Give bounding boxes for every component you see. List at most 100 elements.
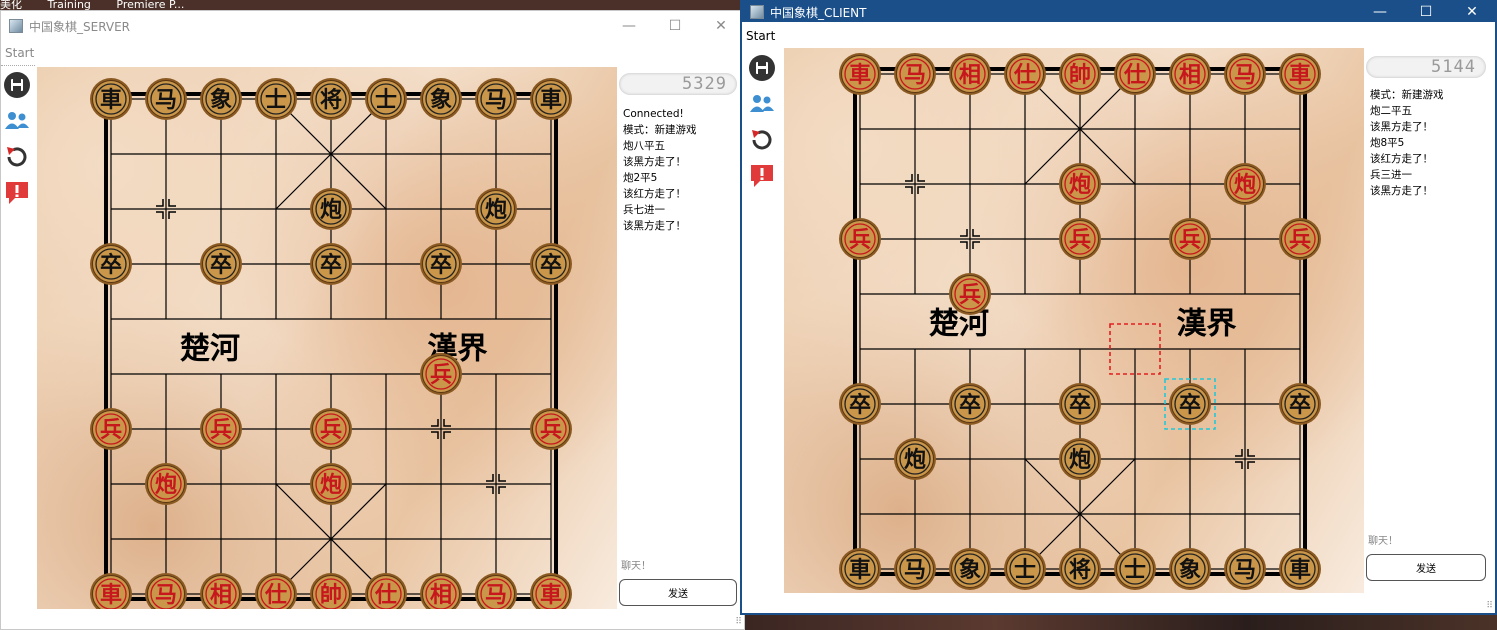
chess-piece[interactable]: 炮 [894, 438, 936, 480]
users-button[interactable] [1, 103, 33, 139]
chess-piece[interactable]: 相 [420, 573, 462, 609]
chess-piece[interactable]: 士 [255, 78, 297, 120]
chess-piece[interactable]: 马 [1224, 548, 1266, 590]
chess-piece[interactable]: 兵 [839, 218, 881, 260]
chess-piece[interactable]: 卒 [1279, 383, 1321, 425]
undo-button[interactable] [1, 139, 33, 175]
users-button[interactable] [746, 86, 778, 122]
report-button[interactable] [746, 158, 778, 194]
chess-piece[interactable]: 卒 [949, 383, 991, 425]
chess-piece[interactable]: 炮 [310, 188, 352, 230]
minimize-button[interactable]: — [606, 11, 652, 41]
chess-piece[interactable]: 马 [475, 78, 517, 120]
undo-icon [752, 130, 772, 150]
server-titlebar[interactable]: 中国象棋_SERVER — ☐ ✕ [1, 11, 744, 41]
chess-piece[interactable]: 仕 [1114, 53, 1156, 95]
chess-piece[interactable]: 象 [949, 548, 991, 590]
chess-piece[interactable]: 兵 [310, 408, 352, 450]
chess-piece[interactable]: 炮 [310, 463, 352, 505]
chess-piece[interactable]: 車 [90, 573, 132, 609]
chess-piece[interactable]: 士 [1114, 548, 1156, 590]
svg-text:相: 相 [430, 582, 452, 608]
chess-piece[interactable]: 马 [894, 53, 936, 95]
chess-piece[interactable]: 象 [200, 78, 242, 120]
chess-piece[interactable]: 卒 [90, 243, 132, 285]
chess-piece[interactable]: 卒 [839, 383, 881, 425]
chess-piece[interactable]: 卒 [1169, 383, 1211, 425]
close-button[interactable]: ✕ [698, 11, 744, 41]
chess-board[interactable]: 楚河 漢界車马象士将士象马車炮炮卒卒卒卒卒兵兵兵兵兵炮炮車马相仕帥仕相马車 [37, 67, 617, 609]
maximize-button[interactable]: ☐ [1403, 2, 1449, 22]
chess-piece[interactable]: 相 [200, 573, 242, 609]
svg-text:马: 马 [155, 582, 177, 608]
chess-piece[interactable]: 兵 [1279, 218, 1321, 260]
chess-piece[interactable]: 卒 [530, 243, 572, 285]
chess-piece[interactable]: 車 [839, 548, 881, 590]
svg-text:马: 马 [485, 87, 507, 113]
report-button[interactable] [1, 175, 33, 211]
chess-piece[interactable]: 卒 [420, 243, 462, 285]
chess-piece[interactable]: 炮 [475, 188, 517, 230]
chess-piece[interactable]: 士 [1004, 548, 1046, 590]
chess-piece[interactable]: 兵 [200, 408, 242, 450]
svg-text:卒: 卒 [1289, 392, 1311, 418]
chess-piece[interactable]: 炮 [1059, 438, 1101, 480]
minimize-button[interactable]: — [1357, 2, 1403, 22]
chat-input[interactable]: 聊天！ [619, 557, 737, 572]
chess-piece[interactable]: 炮 [145, 463, 187, 505]
chess-piece[interactable]: 兵 [90, 408, 132, 450]
chess-piece[interactable]: 士 [365, 78, 407, 120]
send-button[interactable]: 发送 [619, 579, 737, 606]
chess-piece[interactable]: 車 [530, 573, 572, 609]
close-button[interactable]: ✕ [1449, 2, 1495, 22]
maximize-button[interactable]: ☐ [652, 11, 698, 41]
chess-piece[interactable]: 兵 [1059, 218, 1101, 260]
chess-piece[interactable]: 車 [1279, 53, 1321, 95]
board-svg[interactable]: 楚河 漢界車马象士将士象马車炮 炮卒卒卒卒卒兵兵兵兵兵炮 炮車马相仕帥仕相马車 [37, 67, 617, 609]
chess-piece[interactable]: 帥 [310, 573, 352, 609]
chess-piece[interactable]: 卒 [200, 243, 242, 285]
chess-piece[interactable]: 将 [310, 78, 352, 120]
chess-piece[interactable]: 兵 [420, 353, 462, 395]
app-icon [750, 5, 764, 19]
chess-piece[interactable]: 马 [894, 548, 936, 590]
menu-start[interactable]: Start [746, 29, 775, 43]
resize-grip[interactable]: ⠿ [735, 617, 742, 627]
chess-piece[interactable]: 马 [145, 573, 187, 609]
chess-piece[interactable]: 仕 [255, 573, 297, 609]
board-svg[interactable]: 楚河 漢界車马相仕帥仕相马車炮 炮兵兵兵兵兵卒卒卒卒卒炮 炮車马象士将士象马車 [784, 48, 1364, 594]
save-button[interactable] [1, 67, 33, 103]
chess-piece[interactable]: 象 [420, 78, 462, 120]
svg-text:兵: 兵 [849, 227, 871, 253]
menu-start[interactable]: Start [5, 46, 34, 60]
chess-piece[interactable]: 車 [839, 53, 881, 95]
chess-piece[interactable]: 仕 [1004, 53, 1046, 95]
chess-piece[interactable]: 帥 [1059, 53, 1101, 95]
chess-piece[interactable]: 卒 [310, 243, 352, 285]
chess-piece[interactable]: 相 [949, 53, 991, 95]
chess-piece[interactable]: 兵 [1169, 218, 1211, 260]
chess-piece[interactable]: 马 [145, 78, 187, 120]
chess-piece[interactable]: 車 [1279, 548, 1321, 590]
resize-grip[interactable]: ⠿ [1486, 601, 1493, 611]
svg-text:車: 車 [100, 87, 122, 113]
chess-piece[interactable]: 卒 [1059, 383, 1101, 425]
chess-piece[interactable]: 車 [90, 78, 132, 120]
chess-piece[interactable]: 马 [475, 573, 517, 609]
chess-board[interactable]: 楚河 漢界車马相仕帥仕相马車炮炮兵兵兵兵兵卒卒卒卒卒炮炮車马象士将士象马車 [784, 48, 1364, 594]
chess-piece[interactable]: 相 [1169, 53, 1211, 95]
chat-input[interactable]: 聊天！ [1366, 532, 1486, 547]
chess-piece[interactable]: 仕 [365, 573, 407, 609]
chess-piece[interactable]: 兵 [949, 273, 991, 315]
chess-piece[interactable]: 車 [530, 78, 572, 120]
chess-piece[interactable]: 炮 [1224, 163, 1266, 205]
chess-piece[interactable]: 炮 [1059, 163, 1101, 205]
undo-button[interactable] [746, 122, 778, 158]
chess-piece[interactable]: 马 [1224, 53, 1266, 95]
client-titlebar[interactable]: 中国象棋_CLIENT — ☐ ✕ [742, 2, 1495, 22]
save-button[interactable] [746, 50, 778, 86]
chess-piece[interactable]: 将 [1059, 548, 1101, 590]
chess-piece[interactable]: 象 [1169, 548, 1211, 590]
chess-piece[interactable]: 兵 [530, 408, 572, 450]
send-button[interactable]: 发送 [1366, 554, 1486, 581]
